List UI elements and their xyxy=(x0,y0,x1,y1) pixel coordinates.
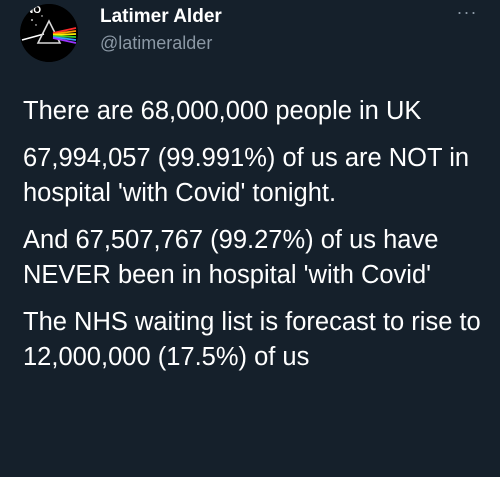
author-display-name[interactable]: Latimer Alder xyxy=(100,6,222,28)
author-handle[interactable]: @latimeralder xyxy=(100,33,212,54)
more-options-icon[interactable]: ··· xyxy=(452,3,482,29)
avatar-text: NO xyxy=(26,5,41,16)
tweet-paragraph: There are 68,000,000 people in UK xyxy=(23,97,422,125)
tweet-paragraph: 67,994,057 (99.991%) of us are NOT in ho… xyxy=(23,144,470,207)
tweet-paragraph: The NHS waiting list is forecast to rise… xyxy=(23,308,481,371)
tweet: NO Latimer Alder @latimeralder ··· There… xyxy=(0,0,500,477)
tweet-paragraph: And 67,507,767 (99.27%) of us have NEVER… xyxy=(23,226,439,289)
tweet-text: There are 68,000,000 people in UK 67,994… xyxy=(23,94,483,387)
avatar[interactable]: NO xyxy=(20,4,78,62)
tweet-header: NO Latimer Alder @latimeralder ··· xyxy=(0,0,500,80)
